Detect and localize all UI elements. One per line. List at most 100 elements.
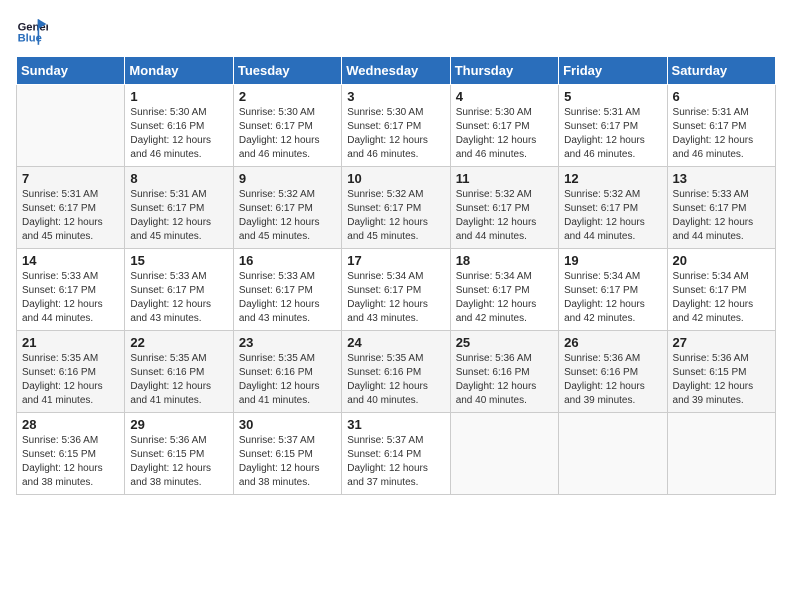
day-info: Sunrise: 5:31 AM Sunset: 6:17 PM Dayligh…	[22, 188, 119, 244]
day-info: Sunrise: 5:30 AM Sunset: 6:17 PM Dayligh…	[239, 106, 336, 162]
calendar-cell: 17 Sunrise: 5:34 AM Sunset: 6:17 PM Dayli…	[342, 249, 450, 331]
day-info: Sunrise: 5:35 AM Sunset: 6:16 PM Dayligh…	[347, 352, 444, 408]
day-number: 15	[130, 253, 227, 268]
logo: General Blue	[16, 16, 52, 48]
calendar-cell: 21Sunrise: 5:35 AM Sunset: 6:16 PM Dayli…	[17, 331, 125, 413]
day-number: 6	[673, 89, 770, 104]
day-number: 21	[22, 335, 119, 350]
calendar-cell: 14 Sunrise: 5:33 AM Sunset: 6:17 PM Dayli…	[17, 249, 125, 331]
calendar-week-1: 1Sunrise: 5:30 AM Sunset: 6:16 PM Daylig…	[17, 85, 776, 167]
day-info: Sunrise: 5:36 AM Sunset: 6:15 PM Dayligh…	[673, 352, 770, 408]
logo-icon: General Blue	[16, 16, 48, 48]
calendar-table: SundayMondayTuesdayWednesdayThursdayFrid…	[16, 56, 776, 495]
day-info: Sunrise: 5:34 AM Sunset: 6:17 PM Dayligh…	[456, 270, 553, 326]
day-info: Sunrise: 5:30 AM Sunset: 6:17 PM Dayligh…	[347, 106, 444, 162]
day-number: 3	[347, 89, 444, 104]
day-number: 22	[130, 335, 227, 350]
day-info: Sunrise: 5:32 AM Sunset: 6:17 PM Dayligh…	[239, 188, 336, 244]
day-number: 12	[564, 171, 661, 186]
calendar-cell: 24 Sunrise: 5:35 AM Sunset: 6:16 PM Dayli…	[342, 331, 450, 413]
calendar-cell: 13 Sunrise: 5:33 AM Sunset: 6:17 PM Dayli…	[667, 167, 775, 249]
day-number: 24	[347, 335, 444, 350]
calendar-cell: 4 Sunrise: 5:30 AM Sunset: 6:17 PM Daylig…	[450, 85, 558, 167]
day-info: Sunrise: 5:31 AM Sunset: 6:17 PM Dayligh…	[564, 106, 661, 162]
calendar-cell: 27 Sunrise: 5:36 AM Sunset: 6:15 PM Dayli…	[667, 331, 775, 413]
day-number: 9	[239, 171, 336, 186]
day-info: Sunrise: 5:34 AM Sunset: 6:17 PM Dayligh…	[673, 270, 770, 326]
calendar-cell: 9 Sunrise: 5:32 AM Sunset: 6:17 PM Daylig…	[233, 167, 341, 249]
calendar-cell: 5 Sunrise: 5:31 AM Sunset: 6:17 PM Daylig…	[559, 85, 667, 167]
calendar-cell: 8 Sunrise: 5:31 AM Sunset: 6:17 PM Daylig…	[125, 167, 233, 249]
calendar-cell: 30 Sunrise: 5:37 AM Sunset: 6:15 PM Dayli…	[233, 413, 341, 495]
day-number: 7	[22, 171, 119, 186]
day-number: 20	[673, 253, 770, 268]
calendar-cell: 23 Sunrise: 5:35 AM Sunset: 6:16 PM Dayli…	[233, 331, 341, 413]
day-number: 11	[456, 171, 553, 186]
day-number: 18	[456, 253, 553, 268]
day-info: Sunrise: 5:31 AM Sunset: 6:17 PM Dayligh…	[130, 188, 227, 244]
calendar-cell: 29 Sunrise: 5:36 AM Sunset: 6:15 PM Dayli…	[125, 413, 233, 495]
calendar-cell: 2Sunrise: 5:30 AM Sunset: 6:17 PM Daylig…	[233, 85, 341, 167]
day-info: Sunrise: 5:34 AM Sunset: 6:17 PM Dayligh…	[347, 270, 444, 326]
day-number: 19	[564, 253, 661, 268]
day-number: 16	[239, 253, 336, 268]
calendar-cell: 12Sunrise: 5:32 AM Sunset: 6:17 PM Dayli…	[559, 167, 667, 249]
calendar-cell: 28 Sunrise: 5:36 AM Sunset: 6:15 PM Dayli…	[17, 413, 125, 495]
day-info: Sunrise: 5:35 AM Sunset: 6:16 PM Dayligh…	[130, 352, 227, 408]
day-number: 28	[22, 417, 119, 432]
header-wednesday: Wednesday	[342, 57, 450, 85]
header-friday: Friday	[559, 57, 667, 85]
day-info: Sunrise: 5:30 AM Sunset: 6:16 PM Dayligh…	[130, 106, 227, 162]
day-number: 8	[130, 171, 227, 186]
day-info: Sunrise: 5:35 AM Sunset: 6:16 PM Dayligh…	[239, 352, 336, 408]
day-number: 31	[347, 417, 444, 432]
day-info: Sunrise: 5:32 AM Sunset: 6:17 PM Dayligh…	[456, 188, 553, 244]
calendar-cell: 6 Sunrise: 5:31 AM Sunset: 6:17 PM Daylig…	[667, 85, 775, 167]
calendar-cell	[450, 413, 558, 495]
day-number: 13	[673, 171, 770, 186]
header-saturday: Saturday	[667, 57, 775, 85]
day-number: 30	[239, 417, 336, 432]
page-header: General Blue	[16, 16, 776, 48]
header-tuesday: Tuesday	[233, 57, 341, 85]
calendar-cell: 31 Sunrise: 5:37 AM Sunset: 6:14 PM Dayli…	[342, 413, 450, 495]
day-info: Sunrise: 5:36 AM Sunset: 6:15 PM Dayligh…	[22, 434, 119, 490]
calendar-cell	[17, 85, 125, 167]
calendar-week-2: 7 Sunrise: 5:31 AM Sunset: 6:17 PM Daylig…	[17, 167, 776, 249]
calendar-cell	[667, 413, 775, 495]
header-thursday: Thursday	[450, 57, 558, 85]
calendar-cell: 18 Sunrise: 5:34 AM Sunset: 6:17 PM Dayli…	[450, 249, 558, 331]
day-number: 27	[673, 335, 770, 350]
day-info: Sunrise: 5:33 AM Sunset: 6:17 PM Dayligh…	[22, 270, 119, 326]
calendar-cell: 11 Sunrise: 5:32 AM Sunset: 6:17 PM Dayli…	[450, 167, 558, 249]
day-number: 10	[347, 171, 444, 186]
day-info: Sunrise: 5:33 AM Sunset: 6:17 PM Dayligh…	[239, 270, 336, 326]
day-number: 5	[564, 89, 661, 104]
day-info: Sunrise: 5:36 AM Sunset: 6:15 PM Dayligh…	[130, 434, 227, 490]
calendar-cell: 15Sunrise: 5:33 AM Sunset: 6:17 PM Dayli…	[125, 249, 233, 331]
calendar-week-3: 14 Sunrise: 5:33 AM Sunset: 6:17 PM Dayli…	[17, 249, 776, 331]
calendar-cell: 10 Sunrise: 5:32 AM Sunset: 6:17 PM Dayli…	[342, 167, 450, 249]
day-info: Sunrise: 5:34 AM Sunset: 6:17 PM Dayligh…	[564, 270, 661, 326]
calendar-cell: 19 Sunrise: 5:34 AM Sunset: 6:17 PM Dayli…	[559, 249, 667, 331]
day-info: Sunrise: 5:31 AM Sunset: 6:17 PM Dayligh…	[673, 106, 770, 162]
header-sunday: Sunday	[17, 57, 125, 85]
calendar-cell: 26Sunrise: 5:36 AM Sunset: 6:16 PM Dayli…	[559, 331, 667, 413]
day-number: 23	[239, 335, 336, 350]
header-monday: Monday	[125, 57, 233, 85]
calendar-week-5: 28 Sunrise: 5:36 AM Sunset: 6:15 PM Dayli…	[17, 413, 776, 495]
day-info: Sunrise: 5:33 AM Sunset: 6:17 PM Dayligh…	[673, 188, 770, 244]
day-info: Sunrise: 5:30 AM Sunset: 6:17 PM Dayligh…	[456, 106, 553, 162]
day-number: 4	[456, 89, 553, 104]
calendar-cell: 1Sunrise: 5:30 AM Sunset: 6:16 PM Daylig…	[125, 85, 233, 167]
calendar-cell: 7 Sunrise: 5:31 AM Sunset: 6:17 PM Daylig…	[17, 167, 125, 249]
day-number: 17	[347, 253, 444, 268]
calendar-cell: 16 Sunrise: 5:33 AM Sunset: 6:17 PM Dayli…	[233, 249, 341, 331]
day-number: 14	[22, 253, 119, 268]
day-info: Sunrise: 5:37 AM Sunset: 6:15 PM Dayligh…	[239, 434, 336, 490]
day-number: 25	[456, 335, 553, 350]
day-number: 29	[130, 417, 227, 432]
day-info: Sunrise: 5:37 AM Sunset: 6:14 PM Dayligh…	[347, 434, 444, 490]
day-info: Sunrise: 5:36 AM Sunset: 6:16 PM Dayligh…	[564, 352, 661, 408]
day-info: Sunrise: 5:32 AM Sunset: 6:17 PM Dayligh…	[347, 188, 444, 244]
